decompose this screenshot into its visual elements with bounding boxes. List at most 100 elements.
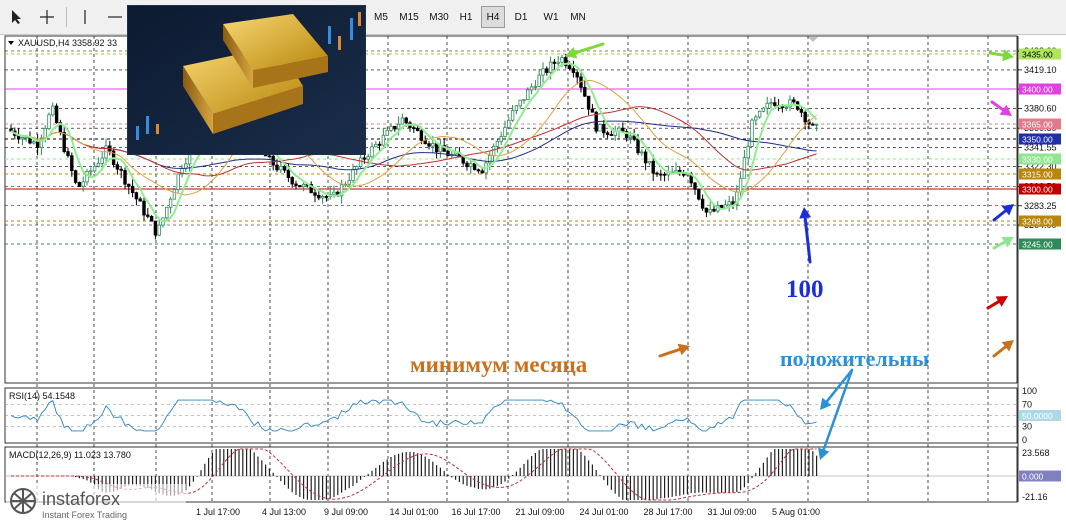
candle-101 xyxy=(393,125,397,130)
candle-209 xyxy=(803,111,807,123)
candle-80 xyxy=(313,192,317,196)
time-tick-label: 21 Jul 09:00 xyxy=(515,507,564,517)
level-label: 3315.00 xyxy=(1022,169,1053,179)
candle-192 xyxy=(738,177,743,193)
candle-201 xyxy=(773,102,777,106)
candle-83 xyxy=(324,196,329,198)
candle-15 xyxy=(66,151,70,157)
candle-132 xyxy=(510,110,515,121)
candle-128 xyxy=(495,141,500,147)
candle-155 xyxy=(598,124,602,132)
candle-212 xyxy=(814,123,819,126)
candle-124 xyxy=(480,170,484,174)
candle-136 xyxy=(526,89,530,101)
svg-text:Instant Forex Trading: Instant Forex Trading xyxy=(42,510,127,520)
trading-terminal: M5M15M30H1H4D1W1MN 3438.003419.103399.85… xyxy=(0,0,1066,526)
candle-3 xyxy=(20,137,25,140)
candle-181 xyxy=(697,188,701,200)
candle-141 xyxy=(545,68,549,73)
candle-97 xyxy=(377,143,382,146)
candle-14 xyxy=(62,132,66,153)
candle-153 xyxy=(590,108,595,113)
candle-157 xyxy=(605,132,610,135)
time-tick-label: 1 Jul 17:00 xyxy=(196,507,240,517)
candle-6 xyxy=(32,141,36,144)
candle-12 xyxy=(54,105,59,124)
candle-111 xyxy=(431,143,435,147)
candle-193 xyxy=(742,157,747,179)
rsi-tick-label: 70 xyxy=(1022,400,1032,410)
annotation-month-low: минимум месяца xyxy=(410,352,588,377)
candle-102 xyxy=(396,123,401,130)
candle-196 xyxy=(754,116,758,121)
candle-92 xyxy=(358,157,363,167)
candle-39 xyxy=(157,224,161,236)
candle-107 xyxy=(415,127,420,131)
candle-189 xyxy=(727,201,731,206)
time-tick-label: 14 Jul 01:00 xyxy=(389,507,438,517)
candle-200 xyxy=(769,102,773,105)
rsi-level-label: 50.0000 xyxy=(1022,411,1053,421)
candle-120 xyxy=(465,162,469,168)
rsi-tick-label: 100 xyxy=(1022,386,1037,396)
level-label: 3350.00 xyxy=(1022,134,1053,144)
candle-17 xyxy=(73,170,78,183)
candle-138 xyxy=(533,85,538,88)
candle-112 xyxy=(434,143,439,153)
candle-152 xyxy=(586,95,591,110)
candle-165 xyxy=(636,138,640,154)
annotation-hundred: 100 xyxy=(786,276,824,303)
candle-119 xyxy=(461,156,465,164)
candle-90 xyxy=(351,168,355,181)
time-tick-label: 5 Aug 01:00 xyxy=(772,507,820,517)
candle-44 xyxy=(176,173,180,190)
candle-194 xyxy=(746,145,750,159)
candle-175 xyxy=(674,169,678,173)
candle-98 xyxy=(381,134,386,146)
candle-10 xyxy=(47,114,51,129)
candle-121 xyxy=(469,163,473,168)
candle-77 xyxy=(301,183,306,188)
candle-142 xyxy=(548,61,553,73)
level-label: 3268.00 xyxy=(1022,216,1053,226)
candle-28 xyxy=(115,164,120,170)
candle-140 xyxy=(541,68,545,76)
candle-206 xyxy=(792,99,796,103)
candle-148 xyxy=(571,68,576,73)
candle-18 xyxy=(77,181,82,187)
candle-68 xyxy=(267,155,272,158)
candle-180 xyxy=(693,182,697,190)
candle-167 xyxy=(643,151,648,164)
candle-16 xyxy=(70,155,74,172)
candle-195 xyxy=(750,119,754,147)
candle-127 xyxy=(491,145,496,156)
time-tick-label: 28 Jul 17:00 xyxy=(643,507,692,517)
candle-184 xyxy=(708,208,712,213)
candle-123 xyxy=(476,169,481,172)
candle-38 xyxy=(153,220,158,236)
candle-37 xyxy=(149,216,154,222)
candle-31 xyxy=(127,183,131,187)
rsi-tick-label: 0 xyxy=(1022,435,1027,445)
candle-147 xyxy=(567,65,572,70)
candle-9 xyxy=(43,128,47,139)
level-label: 3300.00 xyxy=(1022,184,1053,194)
candle-93 xyxy=(362,157,367,160)
candle-158 xyxy=(609,134,614,136)
candle-42 xyxy=(168,198,173,208)
candle-131 xyxy=(507,119,511,128)
candle-100 xyxy=(389,125,393,131)
candle-182 xyxy=(700,198,705,209)
price-tick-label: 3380.60 xyxy=(1024,103,1057,113)
candle-75 xyxy=(294,183,298,186)
candle-199 xyxy=(765,102,769,109)
candle-149 xyxy=(575,72,579,78)
candle-76 xyxy=(298,185,302,188)
candle-43 xyxy=(172,189,177,200)
candle-30 xyxy=(123,170,127,185)
candle-41 xyxy=(165,206,169,219)
candle-169 xyxy=(651,160,655,174)
candle-143 xyxy=(552,61,557,64)
candle-33 xyxy=(134,192,139,200)
candle-144 xyxy=(556,61,560,64)
